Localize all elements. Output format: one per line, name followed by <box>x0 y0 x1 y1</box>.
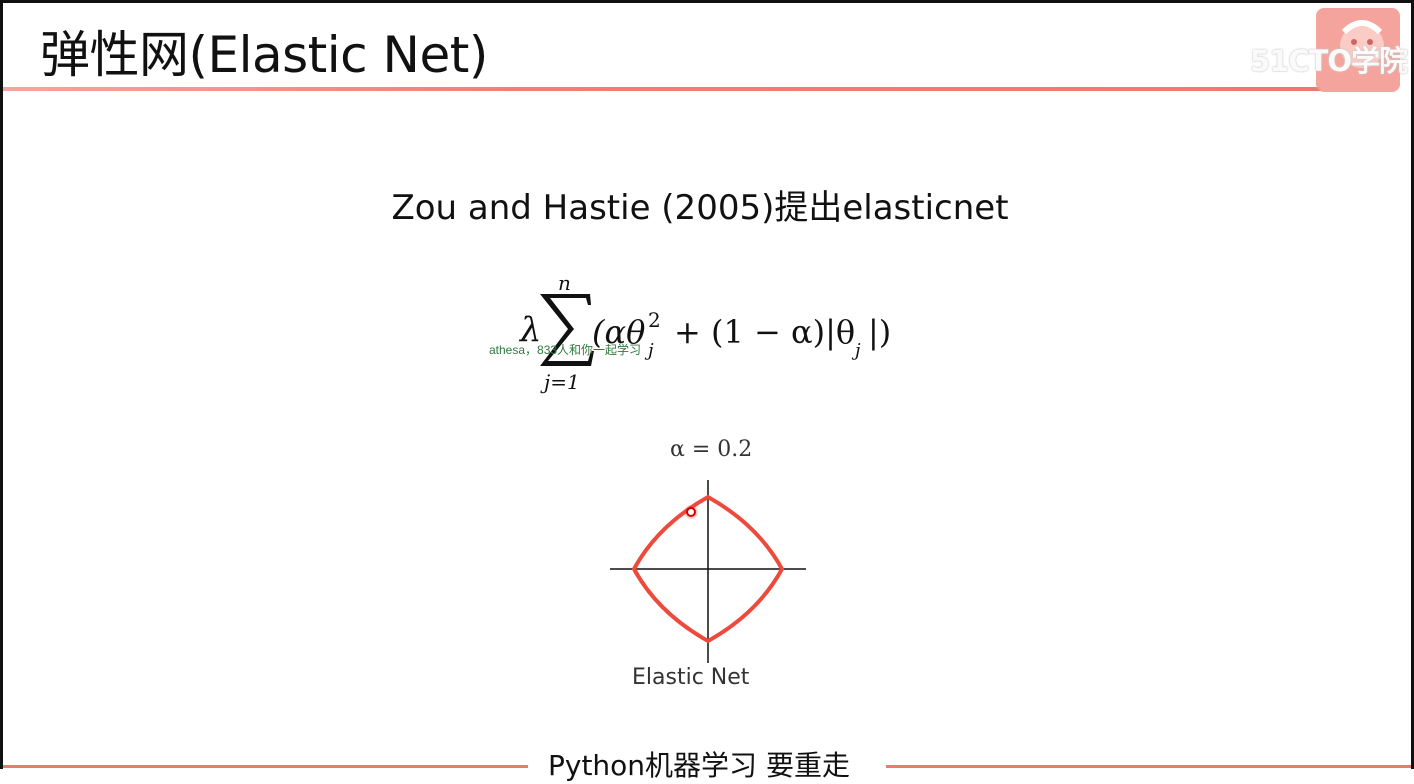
formula-sum-lower: j=1 <box>540 370 580 394</box>
plot-caption: Elastic Net <box>632 665 750 690</box>
footer-text: Python机器学习 要重走 <box>548 749 850 782</box>
window-frame-top <box>0 0 1414 3</box>
formula-subscript: j <box>644 340 654 361</box>
cursor-marker-ring <box>686 507 696 517</box>
elastic-net-penalty-formula: λ n j=1 (αθ 2 j + (1 − α)|θ j |) <box>518 271 891 394</box>
window-frame-left <box>0 0 3 769</box>
formula-sum-upper: n <box>558 271 571 295</box>
elastic-net-constraint-plot: α = 0.2 Elastic Net <box>610 437 806 690</box>
viewer-watermark: athesa，833人和你一起学习 <box>489 343 642 357</box>
formula-rest: + (1 − α)|θ <box>674 313 855 351</box>
slide-subtitle: Zou and Hastie (2005)提出elasticnet <box>0 180 1414 229</box>
title-underline <box>3 87 1321 91</box>
logo-text: 51CTO学院 <box>1250 44 1408 78</box>
slide-title: 弹性网(Elastic Net) <box>40 26 488 84</box>
footer-divider-right <box>886 765 1411 768</box>
plot-alpha-label: α = 0.2 <box>670 437 752 462</box>
formula-superscript: 2 <box>648 308 661 332</box>
brand-logo: 51CTO学院 <box>1250 8 1408 92</box>
subtitle-text: Zou and Hastie (2005)提出elasticnet <box>391 188 1009 228</box>
formula-close: |) <box>868 313 891 351</box>
footer-divider-left <box>3 765 528 768</box>
